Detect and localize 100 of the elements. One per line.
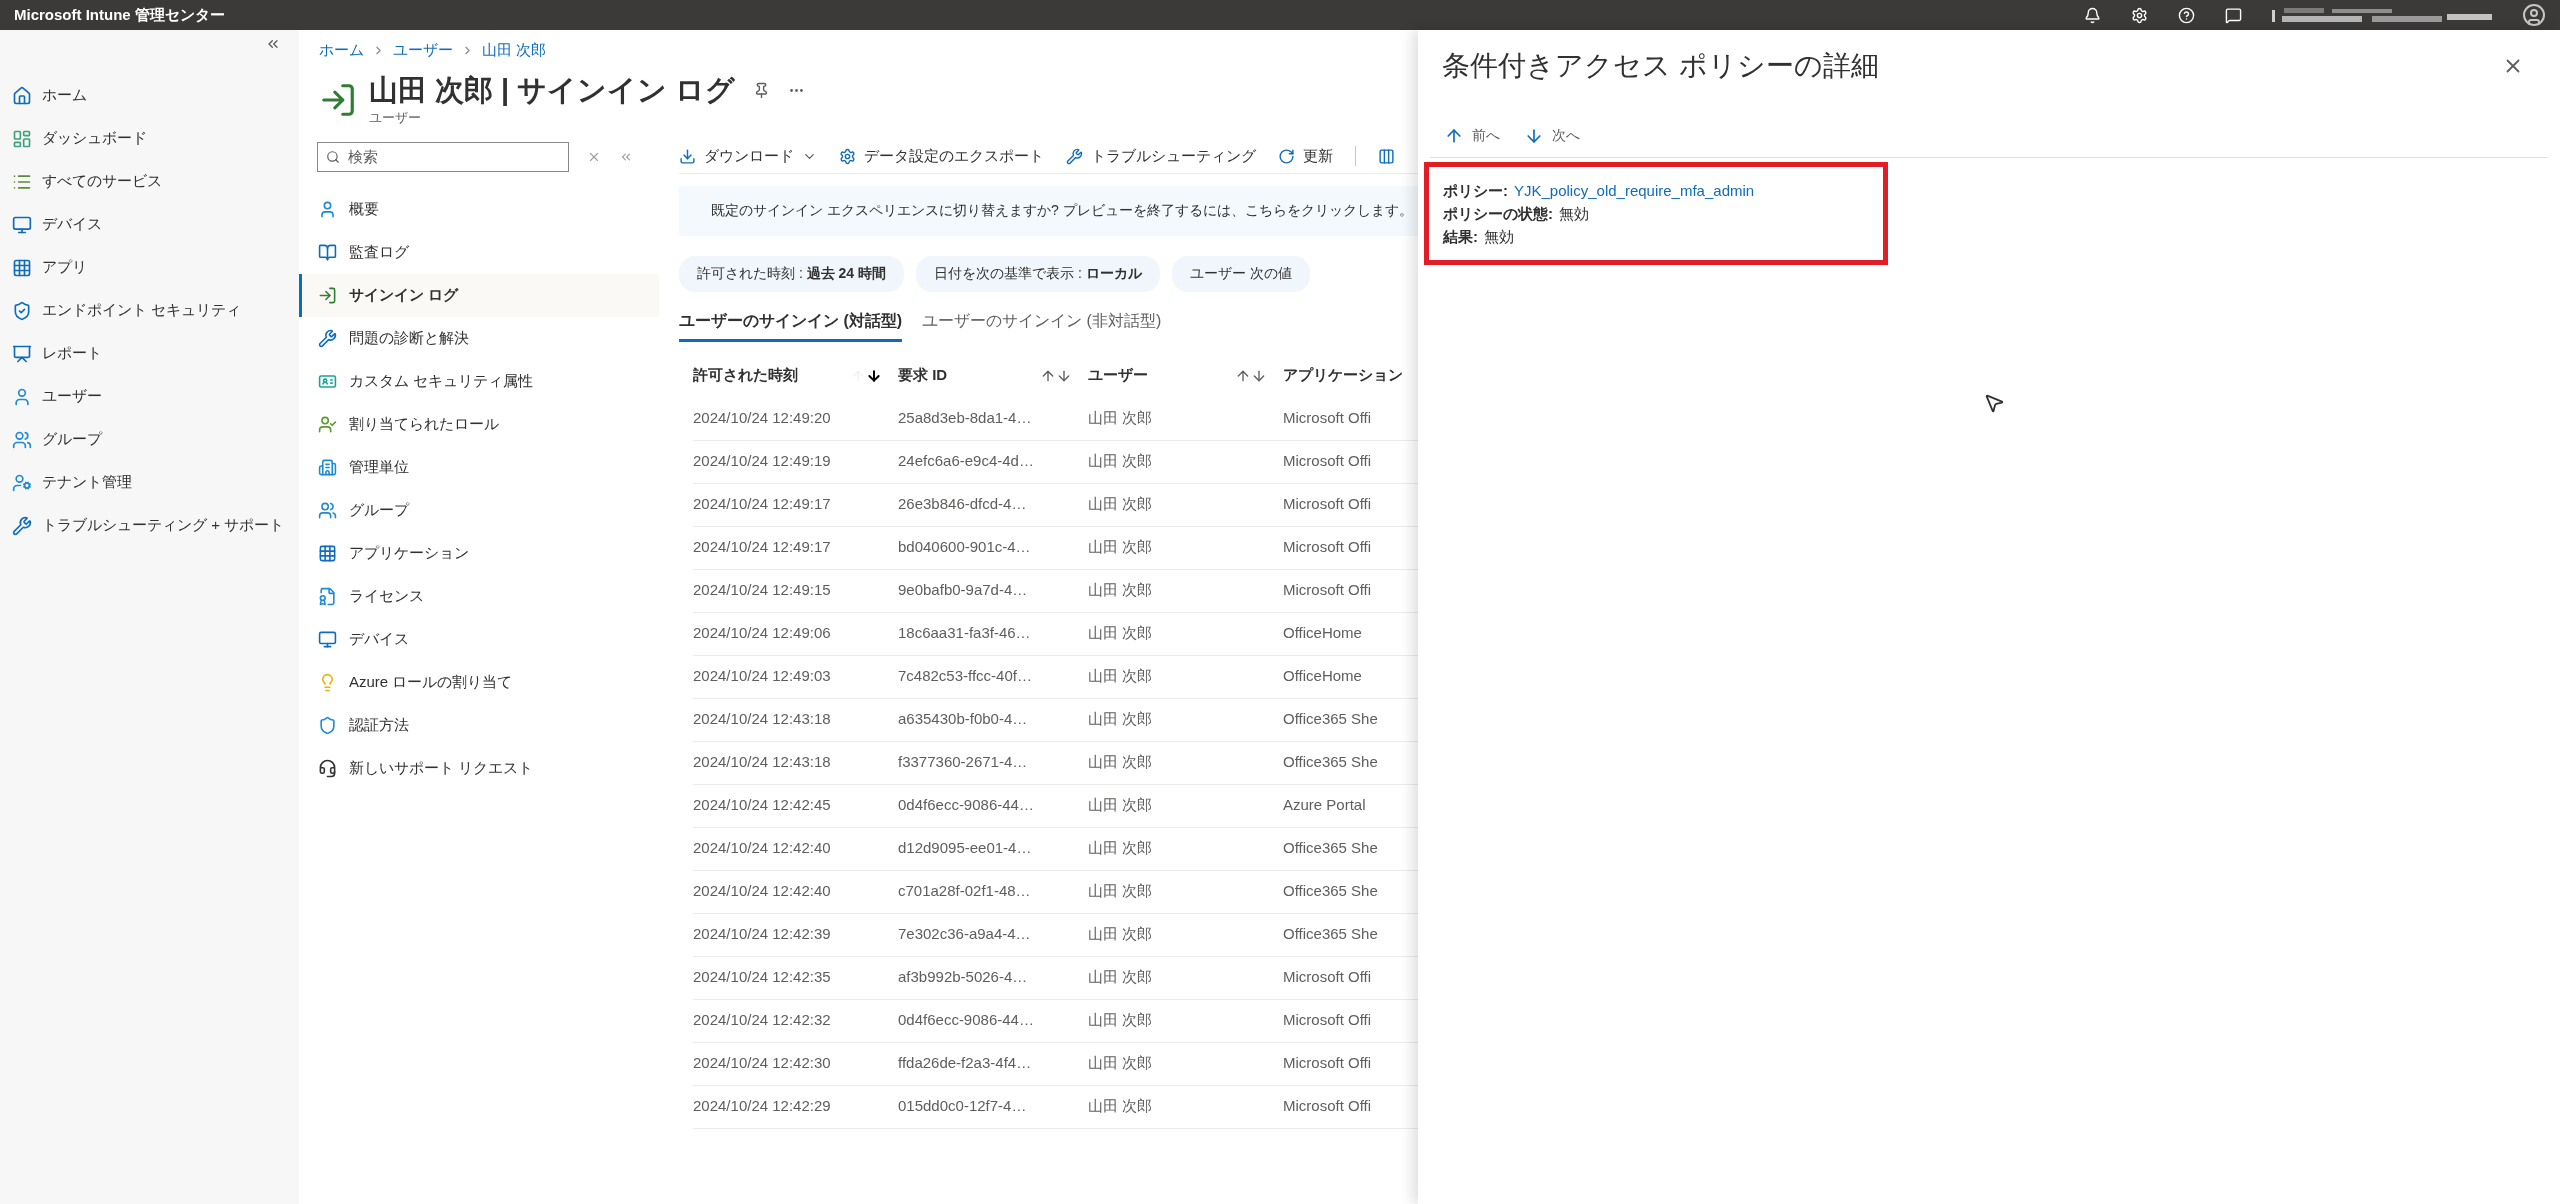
nav-item[interactable]: エンドポイント セキュリティ <box>0 289 299 332</box>
table-row[interactable]: 2024/10/24 12:42:40 d12d9095-ee01-4… 山田 次郎 Office365 She <box>693 827 1418 871</box>
avatar-icon[interactable] <box>2522 3 2546 27</box>
table-cell: 山田 次郎 <box>1088 452 1153 470</box>
filter-pill[interactable]: 日付を次の基準で表示 : ローカル <box>916 255 1160 292</box>
detail-label: ポリシーの状態: <box>1443 204 1553 224</box>
table-cell: 山田 次郎 <box>1088 409 1153 427</box>
policy-link[interactable]: YJK_policy_old_require_mfa_admin <box>1514 179 1755 202</box>
table-row[interactable]: 2024/10/24 12:49:06 18c6aa31-fa3f-46… 山田 次郎 OfficeHome <box>693 612 1418 656</box>
breadcrumb-link[interactable]: 山田 次郎 <box>482 38 547 62</box>
filter-pill[interactable]: ユーザー 次の値 <box>1171 255 1310 292</box>
table-row[interactable]: 2024/10/24 12:42:35 af3b992b-5026-4… 山田 次郎 Microsoft Offi <box>693 956 1418 1000</box>
toolbar-button[interactable]: データ設定のエクスポート <box>839 144 1044 168</box>
wrench-icon <box>318 328 337 348</box>
menu-item[interactable]: 問題の診断と解決 <box>299 316 659 360</box>
menu-item[interactable]: ライセンス <box>299 574 659 618</box>
table-row[interactable]: 2024/10/24 12:42:29 015dd0c0-12f7-4… 山田 次郎 Microsoft Offi <box>693 1085 1418 1129</box>
table-cell: 2024/10/24 12:49:15 <box>693 581 831 599</box>
nav-item[interactable]: テナント管理 <box>0 461 299 504</box>
menu-item[interactable]: グループ <box>299 488 659 532</box>
cursor-icon <box>1983 392 2005 414</box>
menu-item[interactable]: 監査ログ <box>299 230 659 274</box>
breadcrumb-link[interactable]: ユーザー <box>393 38 453 62</box>
help-icon[interactable] <box>2178 6 2195 24</box>
menu-item[interactable]: Azure ロールの割り当て <box>299 660 659 704</box>
table-row[interactable]: 2024/10/24 12:49:19 24efc6a6-e9c4-4d… 山田 次郎 Microsoft Offi <box>693 440 1418 484</box>
table-row[interactable]: 2024/10/24 12:42:45 0d4f6ecc-9086-44… 山田 次郎 Azure Portal <box>693 784 1418 828</box>
table-cell: 2024/10/24 12:49:17 <box>693 538 831 556</box>
table-row[interactable]: 2024/10/24 12:42:40 c701a28f-02f1-48… 山田 次郎 Office365 She <box>693 870 1418 914</box>
shield-icon <box>12 300 32 321</box>
table-cell: Microsoft Offi <box>1283 581 1372 599</box>
user-gear-icon <box>12 472 32 493</box>
nav-button[interactable]: 次へ <box>1524 125 1580 146</box>
table-row[interactable]: 2024/10/24 12:49:03 7c482c53-ffcc-40f… 山田 次郎 OfficeHome <box>693 655 1418 699</box>
table-row[interactable]: 2024/10/24 12:42:30 ffda26de-f2a3-4f4… 山田 次郎 Microsoft Offi <box>693 1042 1418 1086</box>
table-cell: 2024/10/24 12:49:19 <box>693 452 831 470</box>
menu-item[interactable]: カスタム セキュリティ属性 <box>299 359 659 403</box>
info-banner[interactable]: 既定のサインイン エクスペリエンスに切り替えますか? プレビューを終了するには、こちらをクリックします。 <box>679 185 1418 236</box>
table-row[interactable]: 2024/10/24 12:49:20 25a8d3eb-8da1-4… 山田 次郎 Microsoft Offi <box>693 397 1418 441</box>
table-cell: Microsoft Offi <box>1283 538 1372 556</box>
table-cell: 9e0bafb0-9a7d-4… <box>898 581 1028 599</box>
detail-value: 無効 <box>1559 204 1589 224</box>
table-row[interactable]: 2024/10/24 12:43:18 a635430b-f0b0-4… 山田 次郎 Office365 She <box>693 698 1418 742</box>
toolbar-button[interactable]: ダウンロード <box>679 144 817 168</box>
table-row[interactable]: 2024/10/24 12:43:18 f3377360-2671-4… 山田 次郎 Office365 She <box>693 741 1418 785</box>
toolbar-button[interactable]: トラブルシューティング <box>1066 144 1256 168</box>
menu-item[interactable]: 概要 <box>299 187 659 231</box>
sort-icon[interactable] <box>850 367 882 384</box>
table-cell: 2024/10/24 12:42:39 <box>693 925 831 943</box>
nav-item[interactable]: トラブルシューティング + サポート <box>0 504 299 547</box>
tab[interactable]: ユーザーのサインイン (対話型) <box>679 308 903 342</box>
table-cell: 山田 次郎 <box>1088 796 1153 814</box>
shield-icon <box>318 715 337 735</box>
detail-label: ポリシー: <box>1443 181 1508 201</box>
nav-item[interactable]: ダッシュボード <box>0 117 299 160</box>
menu-item[interactable]: 認証方法 <box>299 703 659 747</box>
table-cell: 山田 次郎 <box>1088 753 1153 771</box>
menu-item[interactable]: デバイス <box>299 617 659 661</box>
settings-icon[interactable] <box>2131 6 2148 24</box>
columns-icon[interactable] <box>1378 147 1395 165</box>
table-row[interactable]: 2024/10/24 12:42:32 0d4f6ecc-9086-44… 山田 次郎 Microsoft Offi <box>693 999 1418 1043</box>
feedback-icon[interactable] <box>2225 6 2242 24</box>
nav-item[interactable]: レポート <box>0 332 299 375</box>
nav-button[interactable]: 前へ <box>1444 125 1500 146</box>
app-title[interactable]: Microsoft Intune 管理センター <box>14 3 225 27</box>
building-icon <box>318 457 337 477</box>
menu-item[interactable]: サインイン ログ <box>299 273 659 317</box>
column-header[interactable]: アプリケーション <box>1283 364 1403 387</box>
toolbar-button[interactable]: 更新 <box>1278 144 1333 168</box>
menu-item[interactable]: 新しいサポート リクエスト <box>299 746 659 790</box>
menu-item[interactable]: 割り当てられたロール <box>299 402 659 446</box>
filter-pill[interactable]: 許可された時刻 : 過去 24 時間 <box>679 255 905 292</box>
column-header[interactable]: 要求 ID <box>898 364 948 387</box>
table-row[interactable]: 2024/10/24 12:49:17 26e3b846-dfcd-4… 山田 次郎 Microsoft Offi <box>693 483 1418 527</box>
column-header[interactable]: ユーザー <box>1088 364 1148 387</box>
menu-item[interactable]: アプリケーション <box>299 531 659 575</box>
nav-item[interactable]: デバイス <box>0 203 299 246</box>
breadcrumb-link[interactable]: ホーム <box>319 38 364 62</box>
notification-icon[interactable] <box>2084 6 2101 24</box>
nav-item[interactable]: ユーザー <box>0 375 299 418</box>
table-cell: 2024/10/24 12:43:18 <box>693 753 831 771</box>
nav-item[interactable]: ホーム <box>0 74 299 117</box>
nav-item[interactable]: すべてのサービス <box>0 160 299 203</box>
table-cell: af3b992b-5026-4… <box>898 968 1028 986</box>
table-cell: Office365 She <box>1283 925 1378 943</box>
users-icon <box>12 429 32 450</box>
table-cell: 015dd0c0-12f7-4… <box>898 1097 1027 1115</box>
table-row[interactable]: 2024/10/24 12:49:17 bd040600-901c-4… 山田 次郎 Microsoft Offi <box>693 526 1418 570</box>
column-header[interactable]: 許可された時刻 <box>693 364 798 387</box>
table-row[interactable]: 2024/10/24 12:42:39 7e302c36-a9a4-4… 山田 次郎 Office365 She <box>693 913 1418 957</box>
table-row[interactable]: 2024/10/24 12:49:15 9e0bafb0-9a7d-4… 山田 次郎 Microsoft Offi <box>693 569 1418 613</box>
menu-item[interactable]: 管理単位 <box>299 445 659 489</box>
table-cell: bd040600-901c-4… <box>898 538 1031 556</box>
table-cell: Microsoft Offi <box>1283 495 1372 513</box>
table-cell: 山田 次郎 <box>1088 882 1153 900</box>
nav-item[interactable]: グループ <box>0 418 299 461</box>
search-field[interactable]: 検索 <box>317 141 569 172</box>
tab[interactable]: ユーザーのサインイン (非対話型) <box>922 308 1162 342</box>
nav-item[interactable]: アプリ <box>0 246 299 289</box>
table-cell: 2024/10/24 12:42:45 <box>693 796 831 814</box>
